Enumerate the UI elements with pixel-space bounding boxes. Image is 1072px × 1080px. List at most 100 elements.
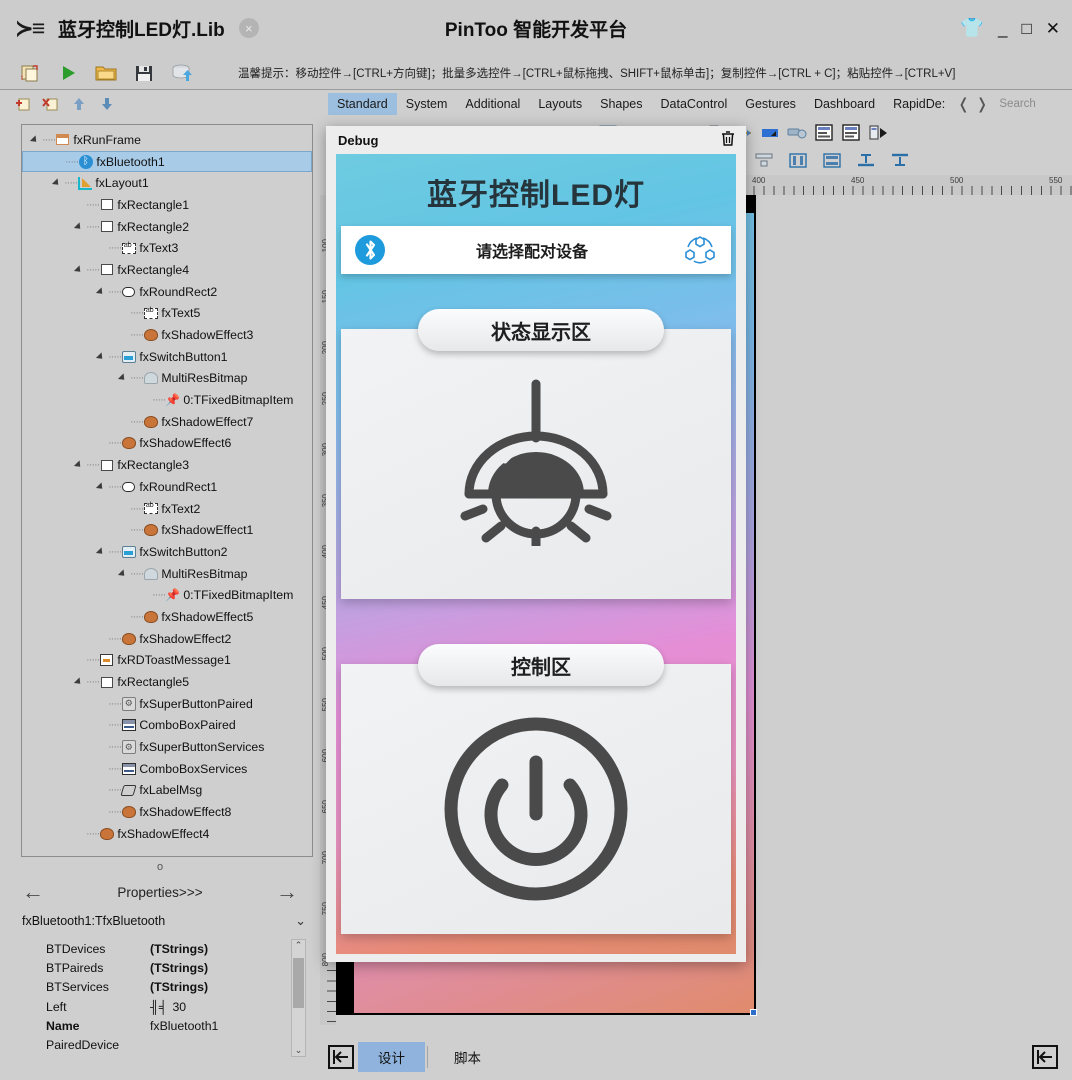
add-node-icon[interactable] <box>14 95 32 113</box>
tree-node[interactable]: ····· ⚙ fxSuperButtonServices <box>22 736 312 758</box>
tree-expander-icon[interactable] <box>74 264 86 276</box>
property-value[interactable]: (TStrings) <box>150 942 312 956</box>
distribute-v-icon[interactable] <box>822 151 842 170</box>
tree-node[interactable]: ····· fxRectangle2 <box>22 216 312 238</box>
palette-icon-row-secondary[interactable] <box>720 147 1072 173</box>
tree-node[interactable]: ····· ⚙ fxSuperButtonPaired <box>22 693 312 715</box>
tree-node[interactable]: ····· 📌 0:TFixedBitmapItem <box>22 389 312 411</box>
properties-scrollbar[interactable]: ⌃ ⌄ <box>291 939 306 1057</box>
palette-tab-additional[interactable]: Additional <box>456 93 529 115</box>
property-row[interactable]: PairedDevice <box>22 1035 312 1054</box>
distribute-h-icon[interactable] <box>788 151 808 170</box>
tree-node[interactable]: ····· 📌 0:TFixedBitmapItem <box>22 584 312 606</box>
tree-node[interactable]: ····· fxText5 <box>22 303 312 325</box>
shirt-icon[interactable]: 👕 <box>960 19 984 38</box>
tree-node[interactable]: ····· fxShadowEffect7 <box>22 411 312 433</box>
tree-node[interactable]: ····· fxLayout1 <box>22 172 312 194</box>
back-to-start-icon[interactable] <box>328 1045 354 1069</box>
tree-node[interactable]: ····· fxRoundRect2 <box>22 281 312 303</box>
tree-expander-icon[interactable] <box>96 481 108 493</box>
tree-node[interactable]: ····· ComboBoxPaired <box>22 715 312 737</box>
palette-tab-gestures[interactable]: Gestures <box>736 93 805 115</box>
component-tree[interactable]: ····· fxRunFrame ····· ᛒ fxBluetooth1 ····· fx… <box>21 124 313 857</box>
property-value[interactable]: fxBluetooth1 <box>150 1019 312 1033</box>
tree-node[interactable]: ····· fxText2 <box>22 498 312 520</box>
palette-tab-bar[interactable]: Standard System Additional Layouts Shapes Dat… <box>328 91 1072 117</box>
tab-design[interactable]: 设计 <box>358 1042 425 1072</box>
selection-handle[interactable] <box>750 1009 757 1016</box>
delete-node-icon[interactable] <box>42 95 60 113</box>
palette-tab-standard[interactable]: Standard <box>328 93 397 115</box>
tree-node[interactable]: ····· fxShadowEffect4 <box>22 823 312 845</box>
properties-prev-button[interactable]: ← <box>22 881 44 903</box>
tree-node[interactable]: ····· ᛒ fxBluetooth1 <box>22 150 312 173</box>
tree-expander-icon[interactable] <box>96 351 108 363</box>
align-top-icon[interactable] <box>856 151 876 170</box>
scrollbar-thumb[interactable] <box>293 958 304 1008</box>
tree-expander-icon[interactable] <box>52 177 64 189</box>
align-bottom-icon[interactable] <box>890 151 910 170</box>
debug-window[interactable]: Debug 蓝牙控制LED灯 请选择配对设备 状态显示区 控制区 <box>326 126 746 962</box>
tree-node[interactable]: ····· fxRectangle3 <box>22 454 312 476</box>
chevron-down-icon[interactable]: ⌄ <box>295 913 306 929</box>
tree-node[interactable]: ····· MultiResBitmap <box>22 563 312 585</box>
tree-node[interactable]: ····· fxSwitchButton2 <box>22 541 312 563</box>
tree-node[interactable]: ····· fxText3 <box>22 237 312 259</box>
minimize-button[interactable]: _ <box>998 20 1007 37</box>
tree-scroll-area[interactable]: ····· fxRunFrame ····· ᛒ fxBluetooth1 ····· fx… <box>22 125 312 856</box>
tree-node[interactable]: ····· MultiResBitmap <box>22 368 312 390</box>
property-row[interactable]: Name fxBluetooth1 <box>22 1016 312 1035</box>
pair-device-bar[interactable]: 请选择配对设备 <box>341 226 731 274</box>
palette-tab-datacontrol[interactable]: DataControl <box>652 93 737 115</box>
new-project-icon[interactable]: t <box>18 61 42 85</box>
app-preview[interactable]: 蓝牙控制LED灯 请选择配对设备 状态显示区 控制区 <box>336 154 736 954</box>
panel-splitter[interactable]: o <box>0 861 320 875</box>
property-value[interactable]: (TStrings) <box>150 980 312 994</box>
collapse-panel-icon[interactable] <box>1032 1045 1058 1069</box>
palette-tab-shapes[interactable]: Shapes <box>591 93 651 115</box>
tree-expander-icon[interactable] <box>118 372 130 384</box>
tree-node[interactable]: ····· fxShadowEffect8 <box>22 801 312 823</box>
property-row[interactable]: BTDevices (TStrings) <box>22 939 312 958</box>
document-tab-label[interactable]: 蓝牙控制LED灯.Lib <box>58 15 225 42</box>
tree-expander-icon[interactable] <box>96 546 108 558</box>
palette-tab-system[interactable]: System <box>397 93 457 115</box>
device-network-icon[interactable] <box>679 235 721 265</box>
tree-node[interactable]: ····· fxShadowEffect5 <box>22 606 312 628</box>
palette-next-icon[interactable]: ❭ <box>973 95 992 113</box>
tree-expander-icon[interactable] <box>96 286 108 298</box>
tree-node[interactable]: ····· fxLabelMsg <box>22 780 312 802</box>
maximize-button[interactable]: □ <box>1021 20 1031 37</box>
properties-object-selector[interactable]: fxBluetooth1:TfxBluetooth ⌄ <box>0 908 320 934</box>
tree-node[interactable]: ····· fxRectangle4 <box>22 259 312 281</box>
tree-node[interactable]: ····· fxShadowEffect3 <box>22 324 312 346</box>
palette-tab-rapidde[interactable]: RapidDe: <box>884 93 954 115</box>
palette-icon-action-icon[interactable] <box>787 123 807 142</box>
tree-node[interactable]: ····· fxRectangle5 <box>22 671 312 693</box>
tree-node[interactable]: ····· fxShadowEffect2 <box>22 628 312 650</box>
deploy-database-icon[interactable] <box>170 61 194 85</box>
property-value[interactable]: (TStrings) <box>150 961 312 975</box>
save-icon[interactable] <box>132 61 156 85</box>
property-row[interactable]: BTServices (TStrings) <box>22 978 312 997</box>
close-document-icon[interactable]: × <box>238 18 259 38</box>
scroll-down-icon[interactable]: ⌄ <box>295 1045 303 1056</box>
tree-node[interactable]: ····· fxRDToastMessage1 <box>22 650 312 672</box>
close-button[interactable]: ✕ <box>1046 20 1060 37</box>
debug-window-titlebar[interactable]: Debug <box>326 126 746 154</box>
tree-node[interactable]: ····· fxRectangle1 <box>22 194 312 216</box>
power-button-icon[interactable] <box>336 714 736 904</box>
align-center-h-icon[interactable] <box>754 151 774 170</box>
tab-script[interactable]: 脚本 <box>434 1042 501 1072</box>
property-row[interactable]: BTPaireds (TStrings) <box>22 958 312 977</box>
trash-icon[interactable] <box>720 130 736 151</box>
tree-expander-icon[interactable] <box>118 568 130 580</box>
properties-next-button[interactable]: → <box>276 881 298 903</box>
palette-icon-playlist-icon[interactable] <box>868 123 888 142</box>
palette-tab-dashboard[interactable]: Dashboard <box>805 93 884 115</box>
tree-node[interactable]: ····· fxShadowEffect6 <box>22 433 312 455</box>
tree-expander-icon[interactable] <box>74 676 86 688</box>
palette-search-input[interactable]: Search <box>999 98 1035 110</box>
tree-expander-icon[interactable] <box>74 221 86 233</box>
open-folder-icon[interactable] <box>94 61 118 85</box>
